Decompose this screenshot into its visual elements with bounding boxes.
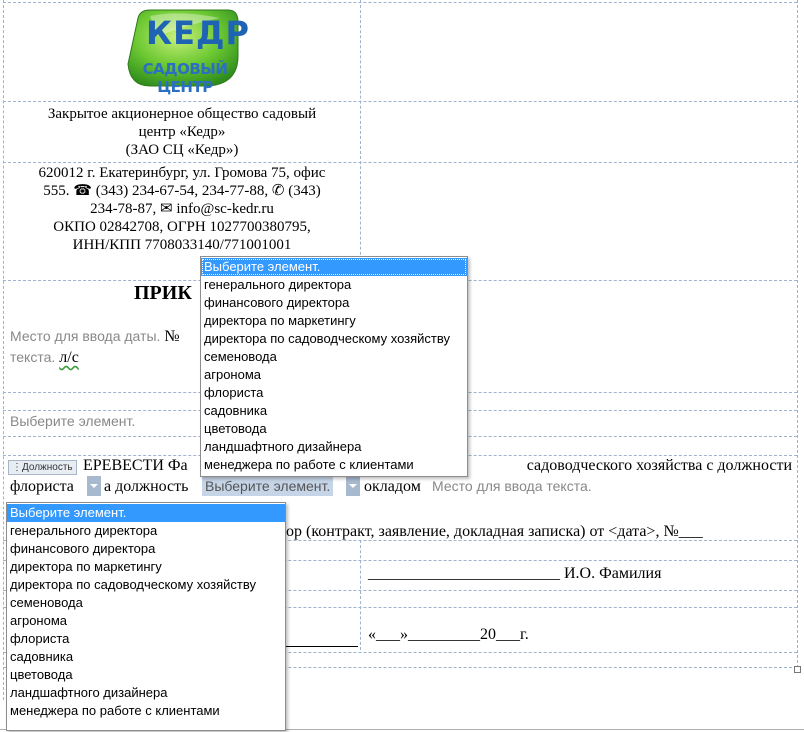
tag-grip-icon: ⋮ — [12, 462, 22, 473]
dropdown-option[interactable]: ландшафтного дизайнера — [201, 438, 467, 456]
resize-handle[interactable] — [794, 666, 801, 673]
dropdown-option[interactable]: Выберите элемент. — [7, 504, 285, 522]
department-select-placeholder[interactable]: Выберите элемент. — [10, 413, 135, 429]
target-position-dropdown-arrow[interactable] — [346, 476, 360, 496]
dropdown-option[interactable]: директора по маркетингу — [201, 312, 467, 330]
dropdown-option[interactable]: генерального директора — [201, 276, 467, 294]
dropdown-option[interactable]: директора по маркетингу — [7, 558, 285, 576]
order-title: ПРИК — [134, 282, 192, 304]
dropdown-option[interactable]: агронома — [7, 612, 285, 630]
position-dropdown-list-top[interactable]: Выберите элемент. генерального директора… — [200, 256, 468, 477]
date-placeholder[interactable]: Место для ввода даты. — [10, 328, 160, 344]
dropdown-option[interactable]: директора по садоводческому хозяйству — [201, 330, 467, 348]
address-line: ОКПО 02842708, ОГРН 1027700380795, — [53, 219, 311, 235]
table-row-border — [3, 2, 797, 3]
table-row-border — [3, 101, 797, 102]
logo-subtitle: Садовый центр — [142, 60, 228, 96]
dropdown-option[interactable]: флориста — [201, 384, 467, 402]
position-dropdown-arrow[interactable] — [87, 476, 101, 496]
dropdown-option[interactable]: ландшафтного дизайнера — [7, 684, 285, 702]
company-name: Закрытое акционерное общество садовый це… — [4, 105, 360, 159]
signature-underline — [286, 646, 358, 647]
dropdown-option[interactable]: финансового директора — [201, 294, 467, 312]
dropdown-option[interactable]: менеджера по работе с клиентами — [201, 456, 467, 474]
dropdown-option[interactable]: садовника — [7, 648, 285, 666]
signature-line: ________________________ И.О. Фамилия — [368, 565, 662, 582]
dropdown-option[interactable]: менеджера по работе с клиентами — [7, 702, 285, 720]
dropdown-option[interactable]: флориста — [7, 630, 285, 648]
table-column-divider — [360, 0, 361, 300]
address-line: ИНН/КПП 7708033140/771001001 — [72, 237, 292, 253]
dropdown-option[interactable]: финансового директора — [7, 540, 285, 558]
dropdown-option[interactable]: Выберите элемент. — [201, 258, 467, 276]
dropdown-option[interactable]: семеновода — [201, 348, 467, 366]
position-dropdown-list-bottom[interactable]: Выберите элемент. генерального директора… — [6, 502, 286, 731]
order-number-line: текста. л/с — [10, 349, 79, 367]
company-name-line: Закрытое акционерное общество садовый — [47, 106, 317, 122]
salary-placeholder[interactable]: Место для ввода текста. — [432, 478, 592, 494]
company-address: 620012 г. Екатеринбург, ул. Громова 75, … — [4, 164, 360, 254]
salary-label: окладом — [364, 478, 421, 495]
dropdown-option[interactable]: цветовода — [201, 420, 467, 438]
transfer-text: садоводческого хозяйства с должности — [526, 457, 792, 474]
tag-label: Должность — [22, 462, 73, 473]
to-position-label: а должность — [104, 478, 189, 495]
transfer-prefix: ЕРЕВЕСТИ Фа — [83, 457, 188, 474]
logo-name: Кедр — [146, 14, 250, 52]
date-line: «___»_________20___г. — [368, 626, 529, 643]
address-line: 620012 г. Екатеринбург, ул. Громова 75, … — [38, 165, 326, 181]
dropdown-option[interactable]: семеновода — [7, 594, 285, 612]
from-position: флориста — [10, 478, 74, 495]
order-suffix: л/с — [59, 349, 79, 366]
address-line: 555. ☎ (343) 234-67-54, 234-77-88, ✆ (34… — [43, 183, 321, 199]
dropdown-option[interactable]: цветовода — [7, 666, 285, 684]
dropdown-option[interactable]: директора по садоводческому хозяйству — [7, 576, 285, 594]
dropdown-option[interactable]: генерального директора — [7, 522, 285, 540]
company-short-name: (ЗАО СЦ «Кедр») — [125, 142, 239, 158]
table-column-divider — [360, 540, 361, 650]
table-row-border — [3, 162, 797, 163]
table-border-right — [797, 0, 798, 668]
order-date-line: Место для ввода даты. № — [10, 328, 210, 346]
dropdown-option[interactable]: садовника — [201, 402, 467, 420]
number-sign: № — [164, 328, 180, 345]
company-logo: Кедр Садовый центр — [110, 6, 260, 98]
basis-text: ор (контракт, заявление, докладная запис… — [286, 523, 703, 540]
target-position-select[interactable]: Выберите элемент. — [202, 476, 334, 496]
content-control-tag[interactable]: ⋮Должность — [8, 460, 77, 475]
address-line: 234-78-87, ✉ info@sc-kedr.ru — [90, 201, 274, 217]
dropdown-option[interactable]: агронома — [201, 366, 467, 384]
company-name-line: центр «Кедр» — [138, 124, 226, 140]
number-text-placeholder[interactable]: текста. — [10, 349, 55, 365]
